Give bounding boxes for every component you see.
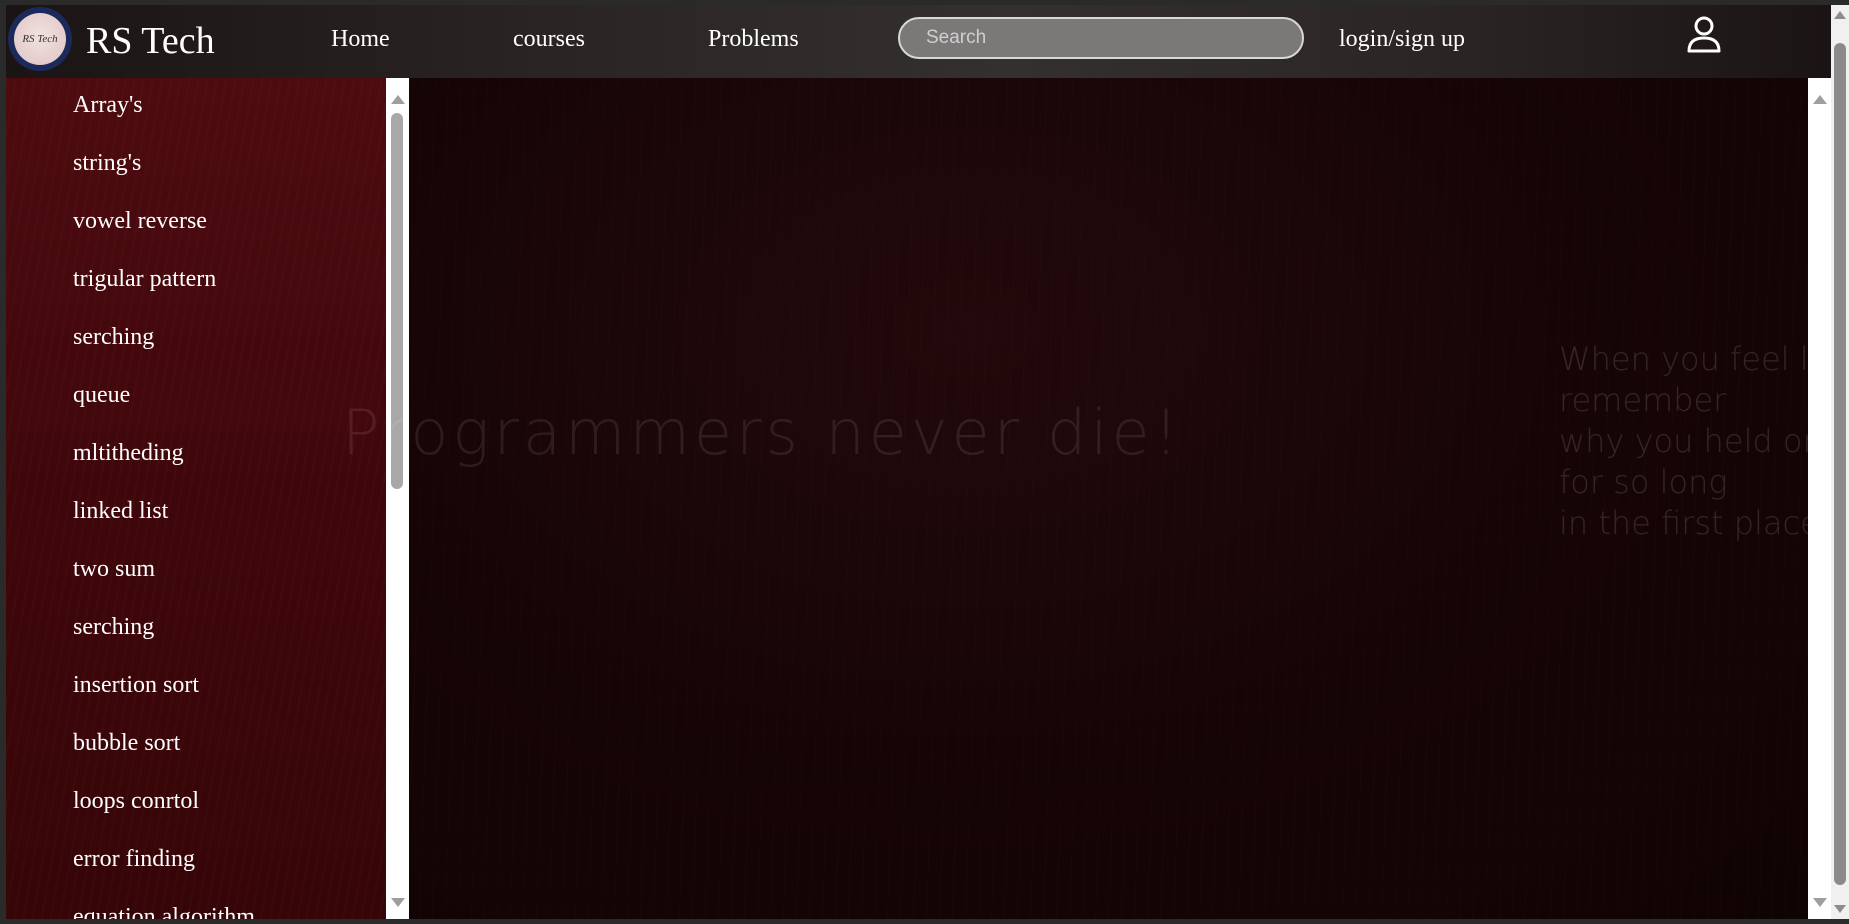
scroll-up-arrow-icon[interactable] [391, 95, 405, 104]
sidebar: Array's string's vowel reverse trigular … [6, 78, 386, 919]
nav-home[interactable]: Home [331, 26, 390, 53]
main-scrollbar[interactable] [1808, 78, 1831, 919]
sidebar-item-mltitheding[interactable]: mltitheding [73, 436, 255, 494]
sidebar-scrollbar[interactable] [386, 78, 409, 919]
scroll-thumb[interactable] [1834, 43, 1846, 885]
main-content: When you feel like giving up, remember w… [409, 78, 1831, 919]
sidebar-item-trigular-pattern[interactable]: trigular pattern [73, 262, 255, 320]
sidebar-item-serching[interactable]: serching [73, 320, 255, 378]
search-input[interactable] [898, 17, 1304, 59]
sidebar-item-equation-algorithm[interactable]: equation algorithm [73, 900, 255, 919]
login-signup-link[interactable]: login/sign up [1339, 26, 1465, 53]
brand-title: RS Tech [86, 20, 215, 62]
scroll-down-arrow-icon[interactable] [1834, 905, 1846, 913]
quote-line: in the first place. [1559, 504, 1830, 542]
sidebar-item-arrays[interactable]: Array's [73, 88, 255, 146]
sidebar-item-loops-conrtol[interactable]: loops conrtol [73, 784, 255, 842]
quote-line: why you held on [1559, 422, 1823, 460]
sidebar-item-two-sum[interactable]: two sum [73, 552, 255, 610]
window-scrollbar[interactable] [1831, 5, 1849, 919]
slogan-text: Programmers never die! [342, 396, 1183, 469]
user-icon[interactable] [1684, 14, 1724, 54]
quote-line: remember [1559, 381, 1727, 419]
sidebar-item-bubble-sort[interactable]: bubble sort [73, 726, 255, 784]
sidebar-item-vowel-reverse[interactable]: vowel reverse [73, 204, 255, 262]
logo[interactable]: RS Tech [8, 7, 72, 71]
scroll-down-arrow-icon[interactable] [1813, 898, 1827, 907]
quote-line: When you feel like giving up, [1559, 340, 1831, 378]
motivational-quote: When you feel like giving up, remember w… [1559, 339, 1831, 544]
sidebar-item-error-finding[interactable]: error finding [73, 842, 255, 900]
logo-text: RS Tech [14, 13, 66, 65]
app-frame: RS Tech RS Tech Home courses Problems lo… [6, 5, 1831, 919]
sidebar-item-linked-list[interactable]: linked list [73, 494, 255, 552]
sidebar-item-insertion-sort[interactable]: insertion sort [73, 668, 255, 726]
nav-problems[interactable]: Problems [708, 26, 799, 53]
scroll-down-arrow-icon[interactable] [391, 898, 405, 907]
top-navbar: RS Tech RS Tech Home courses Problems lo… [6, 5, 1831, 78]
scroll-up-arrow-icon[interactable] [1813, 95, 1827, 104]
nav-courses[interactable]: courses [513, 26, 585, 53]
sidebar-item-queue[interactable]: queue [73, 378, 255, 436]
sidebar-item-serching-2[interactable]: serching [73, 610, 255, 668]
sidebar-topic-list: Array's string's vowel reverse trigular … [73, 88, 255, 919]
sidebar-item-strings[interactable]: string's [73, 146, 255, 204]
scroll-up-arrow-icon[interactable] [1834, 11, 1846, 19]
quote-line: for so long [1559, 463, 1728, 501]
